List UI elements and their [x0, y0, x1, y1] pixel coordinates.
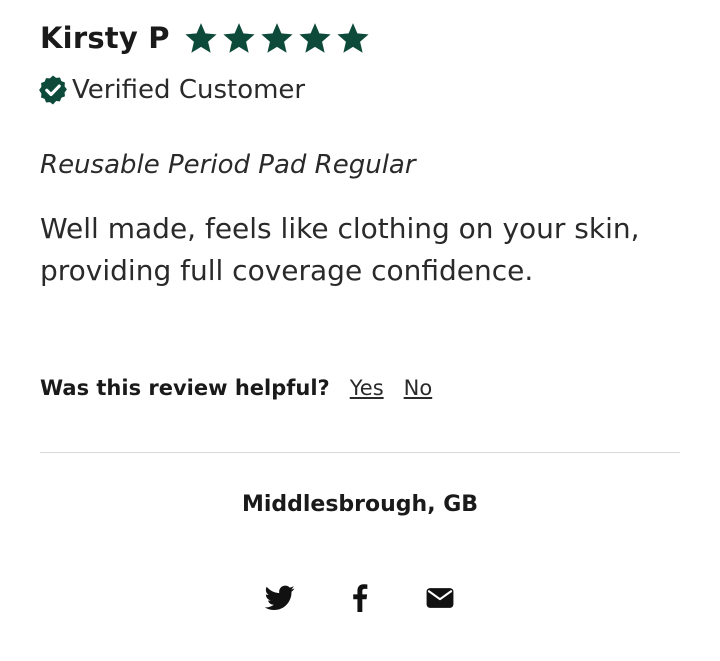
star-icon	[184, 21, 218, 55]
share-twitter-button[interactable]	[260, 582, 300, 614]
star-icon	[260, 21, 294, 55]
product-name: Reusable Period Pad Regular	[40, 150, 416, 180]
share-email-button[interactable]	[420, 582, 460, 614]
reviewer-location: Middlesbrough, GB	[241, 492, 479, 517]
star-rating	[184, 21, 374, 55]
star-icon	[336, 21, 370, 55]
helpful-prompt: Was this review helpful? Yes No	[40, 376, 432, 400]
reviewer-name: Kirsty P	[40, 21, 170, 55]
divider	[40, 452, 680, 453]
helpful-question: Was this review helpful?	[40, 376, 330, 400]
helpful-no-link[interactable]: No	[404, 376, 433, 400]
share-facebook-button[interactable]	[340, 582, 380, 614]
verified-badge: Verified Customer	[36, 72, 305, 108]
twitter-icon	[265, 585, 295, 610]
star-icon	[298, 21, 332, 55]
facebook-icon	[353, 584, 368, 612]
share-buttons	[0, 582, 720, 614]
verified-check-icon	[36, 73, 70, 107]
helpful-yes-link[interactable]: Yes	[350, 376, 384, 400]
verified-label: Verified Customer	[72, 75, 306, 105]
review-body: Well made, feels like clothing on your s…	[40, 212, 640, 287]
star-icon	[222, 21, 256, 55]
review-header: Kirsty P	[40, 16, 374, 60]
email-icon	[426, 588, 454, 608]
